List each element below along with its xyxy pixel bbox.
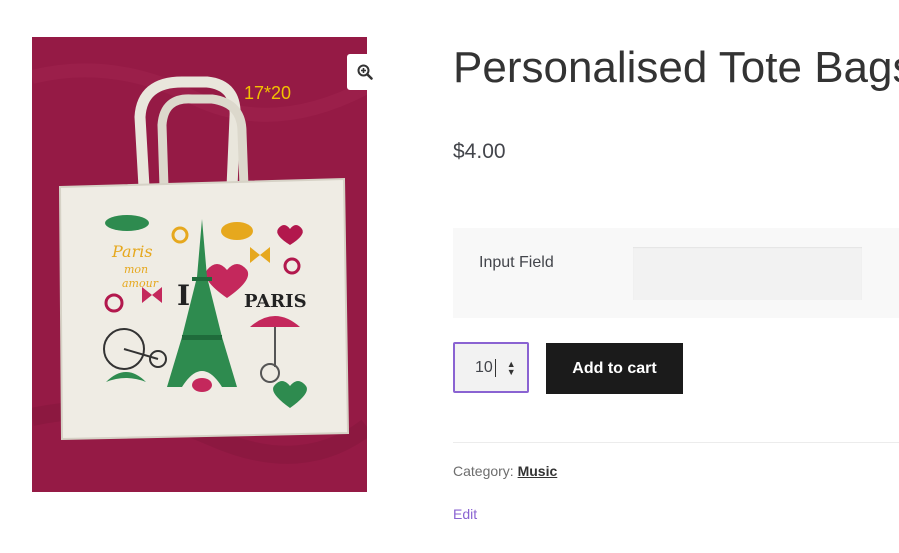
- image-size-label: 17*20: [244, 83, 291, 103]
- product-meta: Category: Music: [453, 463, 557, 479]
- add-to-cart-button[interactable]: Add to cart: [546, 343, 683, 394]
- product-summary: Personalised Tote Bags $4.00 Input Field…: [453, 0, 899, 553]
- text-caret: [494, 358, 496, 377]
- divider: [453, 442, 899, 443]
- edit-link[interactable]: Edit: [453, 506, 477, 522]
- product-price: $4.00: [453, 140, 506, 163]
- addon-input-field[interactable]: [633, 247, 862, 300]
- svg-text:mon: mon: [124, 263, 148, 276]
- category-label: Category:: [453, 463, 514, 479]
- product-image[interactable]: Paris mon amour I PARIS 17*20: [32, 37, 367, 492]
- addon-panel: Input Field: [453, 228, 899, 318]
- zoom-button[interactable]: [347, 54, 383, 90]
- svg-text:amour: amour: [122, 277, 159, 290]
- product-title: Personalised Tote Bags: [453, 43, 899, 92]
- svg-text:Paris: Paris: [111, 242, 153, 261]
- quantity-value[interactable]: 10: [475, 359, 493, 377]
- addon-field-label: Input Field: [479, 254, 554, 271]
- tote-bag-illustration: Paris mon amour I PARIS 17*20: [32, 63, 367, 464]
- spinner-arrows-icon[interactable]: ▲ ▼: [507, 359, 516, 376]
- print-letter: I: [177, 279, 190, 312]
- category-link[interactable]: Music: [518, 463, 558, 479]
- spinner-down-icon[interactable]: ▼: [507, 367, 516, 376]
- quantity-stepper[interactable]: 10 ▲ ▼: [453, 342, 529, 393]
- print-paris-text: PARIS: [244, 291, 307, 312]
- magnifier-plus-icon: [357, 64, 373, 80]
